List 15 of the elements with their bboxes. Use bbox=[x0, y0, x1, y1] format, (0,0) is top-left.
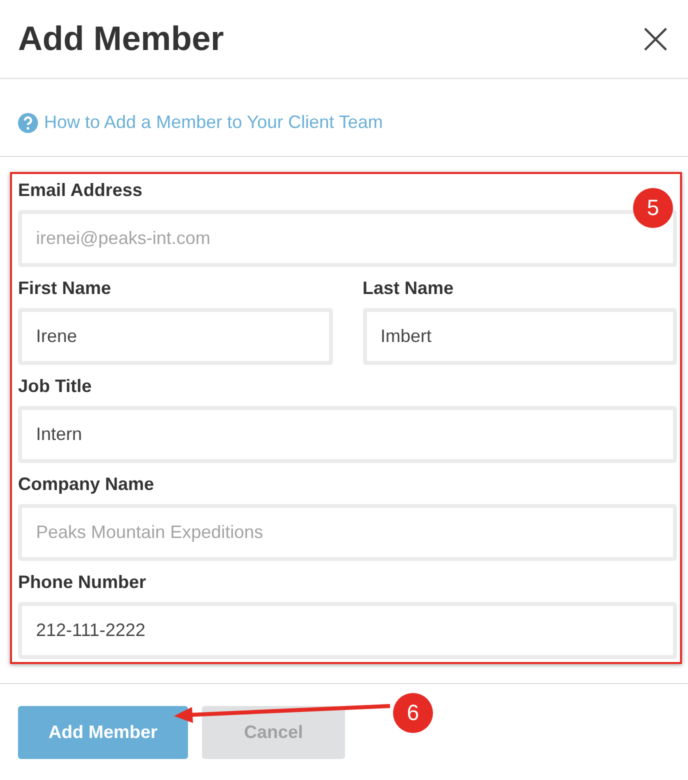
dialog-title: Add Member bbox=[18, 20, 224, 58]
field-label: Phone Number bbox=[18, 572, 148, 592]
input-field[interactable]: Intern bbox=[18, 406, 677, 463]
close-button[interactable]: × bbox=[637, 22, 674, 56]
field-label: Company Name bbox=[18, 474, 156, 494]
field-label: First Name bbox=[18, 278, 112, 298]
input-field[interactable]: Irene bbox=[18, 308, 332, 365]
input-field[interactable]: Imbert bbox=[362, 308, 677, 365]
step-badge: 6 bbox=[393, 693, 433, 733]
field-label: Email Address bbox=[18, 180, 144, 200]
field-label: Job Title bbox=[18, 376, 93, 396]
input-field[interactable]: 212-111-2222 bbox=[18, 602, 677, 659]
field-label: Last Name bbox=[362, 278, 455, 298]
step-badge: 5 bbox=[633, 188, 673, 228]
help-icon bbox=[18, 112, 38, 132]
